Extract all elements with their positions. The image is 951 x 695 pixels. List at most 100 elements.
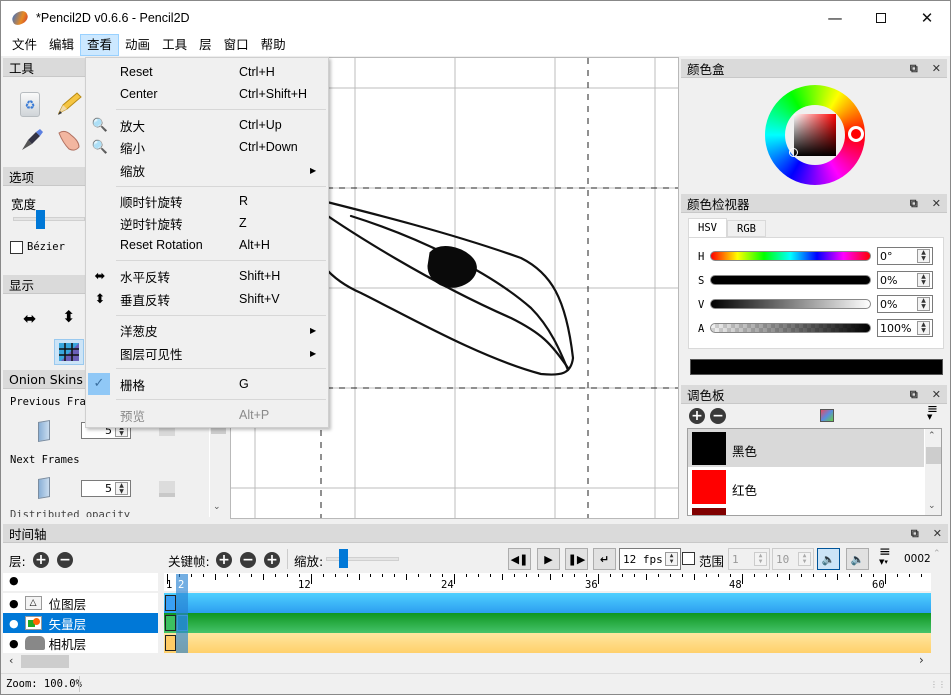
menu-file[interactable]: 文件 — [6, 34, 43, 56]
menu-item-grid[interactable]: ✓ 栅格 G — [86, 373, 328, 395]
clear-tool-icon[interactable]: ♻ — [20, 92, 40, 117]
track-camera[interactable] — [164, 633, 931, 653]
value-slider[interactable] — [710, 299, 871, 309]
float-icon[interactable]: ⧉ — [910, 388, 918, 402]
width-slider-track[interactable] — [13, 217, 85, 221]
width-slider-handle[interactable] — [36, 210, 45, 229]
scrollbar-thumb[interactable] — [21, 655, 69, 668]
palette-swatch-red[interactable] — [692, 470, 726, 504]
value-spinbox[interactable]: 0% ▲ ▼ — [877, 295, 933, 313]
alpha-spinbox[interactable]: 100% ▲ ▼ — [877, 319, 933, 337]
pen-tool-icon[interactable] — [19, 127, 45, 153]
onion-previous-icon[interactable] — [38, 419, 50, 443]
menu-help[interactable]: 帮助 — [255, 34, 292, 56]
float-icon[interactable]: ⧉ — [910, 62, 918, 76]
play-button[interactable]: ▶ — [537, 548, 560, 570]
onion-next-color-swatch[interactable] — [159, 481, 175, 497]
next-frames-spinbox[interactable]: 5 ▲ ▼ — [81, 480, 131, 497]
menu-tools[interactable]: 工具 — [156, 34, 193, 56]
track-bitmap[interactable] — [164, 593, 931, 613]
menu-edit[interactable]: 编辑 — [43, 34, 80, 56]
palette-color-name[interactable]: 黑色 — [732, 441, 757, 460]
hue-slider[interactable] — [710, 251, 871, 261]
menu-item-flip-vertical[interactable]: ⬍ 垂直反转 Shift+V — [86, 288, 328, 310]
palette-scrollbar[interactable]: ⌃ ⌄ — [925, 429, 941, 515]
palette-color-name[interactable]: 红色 — [732, 480, 757, 499]
timeline-zoom-handle[interactable] — [339, 549, 348, 568]
layer-row-vector[interactable]: ● 矢量层 — [3, 613, 158, 633]
add-color-button[interactable]: + — [689, 408, 705, 424]
menu-animation[interactable]: 动画 — [119, 34, 156, 56]
menu-item-reset[interactable]: Reset Ctrl+H — [86, 61, 328, 83]
keyframe-vector-1[interactable] — [165, 615, 176, 631]
saturation-slider[interactable] — [710, 275, 871, 285]
scroll-down-icon[interactable]: ⌄ — [213, 502, 221, 512]
loop-button[interactable]: ↵ — [593, 548, 616, 570]
menu-item-center[interactable]: Center Ctrl+Shift+H — [86, 83, 328, 105]
add-layer-button[interactable]: + — [33, 552, 49, 568]
jump-to-end-button[interactable]: ❚▶ — [565, 548, 588, 570]
menu-item-rotate-ccw[interactable]: 逆时针旋转 Z — [86, 212, 328, 234]
playhead[interactable]: 2 — [176, 574, 188, 653]
hue-selector-handle[interactable] — [848, 126, 864, 142]
range-checkbox[interactable] — [682, 552, 695, 565]
menu-item-flip-horizontal[interactable]: ⬌ 水平反转 Shift+H — [86, 265, 328, 287]
scroll-up-icon[interactable]: ⌃ — [928, 431, 936, 441]
duplicate-keyframe-button[interactable]: + — [264, 552, 280, 568]
remove-color-button[interactable]: − — [710, 408, 726, 424]
close-panel-icon[interactable]: ✕ — [932, 197, 941, 210]
saturation-spinbox[interactable]: 0% ▲ ▼ — [877, 271, 933, 289]
spin-arrows-icon[interactable]: ▲▼ — [917, 297, 930, 311]
all-layers-visibility-icon[interactable]: ● — [9, 574, 19, 587]
layers-hscrollbar[interactable]: ‹ — [3, 654, 158, 669]
spin-arrows-icon[interactable]: ▲▼ — [917, 249, 930, 263]
hue-spinbox[interactable]: 0° ▲ ▼ — [877, 247, 933, 265]
minimize-button[interactable]: — — [812, 1, 858, 34]
scroll-left-icon[interactable]: ‹ — [9, 654, 13, 667]
maximize-button[interactable] — [858, 1, 904, 34]
keyframe-bitmap-1[interactable] — [165, 595, 176, 611]
onion-next-icon[interactable] — [38, 476, 50, 500]
spin-arrows-icon[interactable]: ▲▼ — [665, 552, 678, 566]
track-vector[interactable] — [164, 613, 931, 633]
palette-swatch-dark-red[interactable] — [692, 508, 726, 515]
menu-item-zoom-in[interactable]: 🔍 放大 Ctrl+Up — [86, 114, 328, 136]
layer-visibility-icon[interactable]: ● — [9, 617, 19, 630]
grid-toggle-button[interactable] — [54, 339, 84, 365]
menu-layer[interactable]: 层 — [193, 34, 218, 56]
menu-item-layer-visibility[interactable]: 图层可见性 ▶ — [86, 342, 328, 364]
scroll-down-icon[interactable]: ⌄ — [928, 501, 936, 511]
timeline-menu-icon[interactable]: ≡ ▼▾ — [879, 545, 891, 566]
remove-layer-button[interactable]: − — [57, 552, 73, 568]
layer-visibility-icon[interactable]: ● — [9, 597, 19, 610]
color-dialog-icon[interactable] — [820, 409, 834, 422]
sound-mute-button[interactable]: 🔈 — [846, 548, 869, 570]
resize-grip-icon[interactable]: ⋮⋮ — [930, 680, 946, 689]
hand-tool-icon[interactable] — [55, 127, 83, 153]
palette-swatch-black[interactable] — [692, 432, 726, 465]
frame-ruler[interactable] — [164, 573, 931, 591]
float-icon[interactable]: ⧉ — [911, 527, 919, 541]
sv-selector-handle[interactable] — [789, 148, 798, 157]
flip-horizontal-icon[interactable]: ⬌ — [23, 309, 36, 328]
fps-spinbox[interactable]: 12 fps ▲ ▼ — [619, 548, 681, 570]
timeline-zoom-slider[interactable] — [326, 557, 399, 561]
close-panel-icon[interactable]: ✕ — [932, 388, 941, 401]
sound-scrub-button[interactable]: 🔈 — [817, 548, 840, 570]
bezier-checkbox[interactable] — [10, 241, 23, 254]
spin-arrows-icon[interactable]: ▲▼ — [917, 273, 930, 287]
menu-view[interactable]: 查看 — [80, 34, 120, 56]
layer-row-camera[interactable]: ● 相机层 — [3, 633, 158, 653]
pencil-tool-icon[interactable] — [55, 91, 83, 117]
jump-to-start-button[interactable]: ◀❚ — [508, 548, 531, 570]
timeline-scroll-up-icon[interactable]: ⌃ — [933, 549, 941, 559]
menu-item-reset-rotation[interactable]: Reset Rotation Alt+H — [86, 234, 328, 256]
menu-item-zoom[interactable]: 缩放 ▶ — [86, 159, 328, 181]
palette-menu-icon[interactable]: ≡ ▼ — [927, 403, 938, 421]
remove-keyframe-button[interactable]: − — [240, 552, 256, 568]
layer-visibility-icon[interactable]: ● — [9, 637, 19, 650]
spin-arrows-icon[interactable]: ▲▼ — [115, 482, 128, 495]
float-icon[interactable]: ⧉ — [910, 197, 918, 211]
menu-item-zoom-out[interactable]: 🔍 缩小 Ctrl+Down — [86, 136, 328, 158]
layer-row-bitmap[interactable]: ● △ 位图层 — [3, 593, 158, 613]
